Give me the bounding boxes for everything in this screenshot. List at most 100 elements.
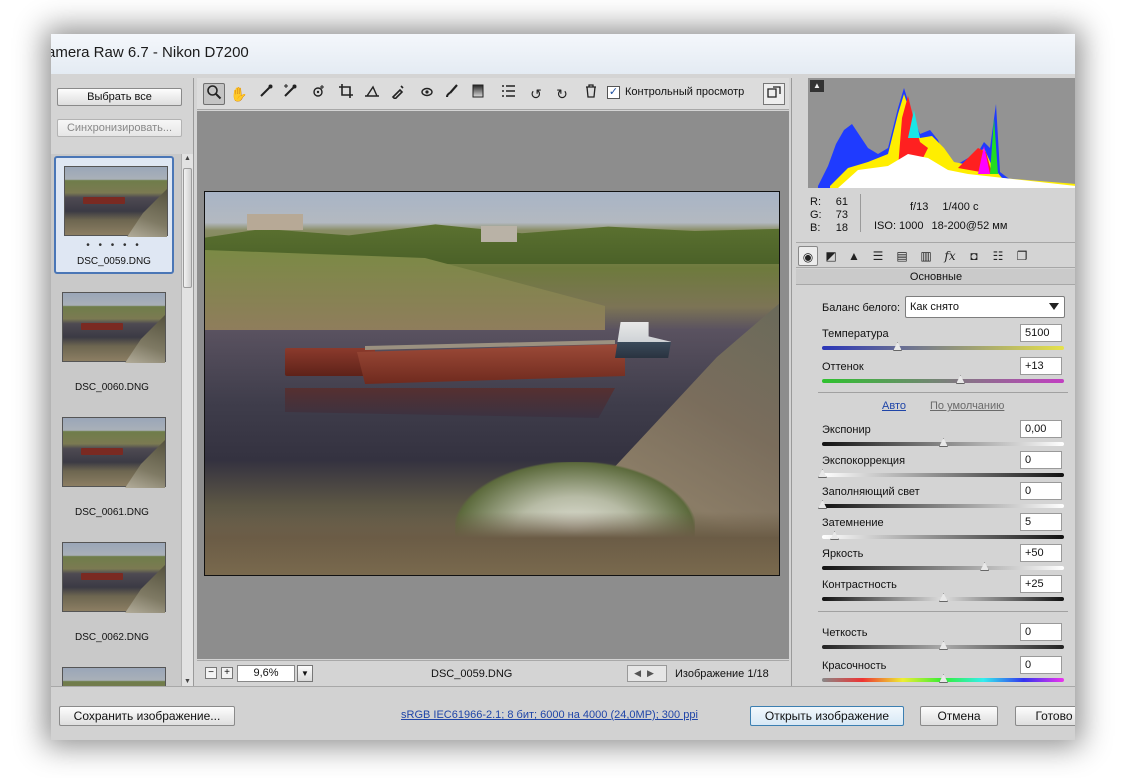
temperature-field[interactable]: 5100 xyxy=(1020,324,1062,342)
thumbnail-item[interactable]: DSC_0061.DNG xyxy=(54,409,174,527)
white-balance-icon[interactable] xyxy=(255,83,277,105)
thumbnail-item[interactable]: • • • • • DSC_0059.DNG xyxy=(54,156,174,274)
scrollbar-thumb[interactable] xyxy=(183,168,192,288)
blacks-slider[interactable] xyxy=(822,531,1064,540)
thumbnail-item[interactable]: DSC_0062.DNG xyxy=(54,534,174,652)
recovery-slider[interactable] xyxy=(818,469,1064,478)
fill-light-slider-thumb[interactable] xyxy=(818,500,827,509)
tint-label: Оттенок xyxy=(822,361,864,373)
hand-icon[interactable]: ✋ xyxy=(228,83,250,105)
lens-corrections-tab-icon[interactable]: ▥ xyxy=(916,246,936,266)
zoom-level-field[interactable]: 9,6% xyxy=(237,665,295,682)
blacks-slider-thumb[interactable] xyxy=(830,531,840,540)
exposure-field[interactable]: 0,00 xyxy=(1020,420,1062,438)
image-nav-arrows[interactable]: ◀▶ xyxy=(627,665,667,682)
preferences-icon[interactable] xyxy=(497,83,519,105)
trash-icon[interactable] xyxy=(580,83,602,105)
window-title: amera Raw 6.7 - Nikon D7200 xyxy=(51,44,249,61)
temperature-slider[interactable] xyxy=(822,342,1064,351)
recovery-field[interactable]: 0 xyxy=(1020,451,1062,469)
synchronize-button[interactable]: Синхронизировать... xyxy=(57,119,182,137)
thumbnail-list: • • • • • DSC_0059.DNG DSC_0060.DNG DSC_… xyxy=(51,154,181,686)
zoom-out-button[interactable]: − xyxy=(205,667,217,679)
effects-tab-icon[interactable]: fx xyxy=(940,246,960,266)
basic-tab-icon[interactable]: ◉ xyxy=(798,246,818,266)
lens-value: 18-200@52 мм xyxy=(931,220,1008,232)
straighten-icon[interactable] xyxy=(361,83,383,105)
red-label: R: xyxy=(810,196,821,208)
contrast-slider-thumb[interactable] xyxy=(939,593,948,602)
rating-stars[interactable]: • • • • • xyxy=(56,240,172,251)
scroll-up-icon[interactable]: ▲ xyxy=(184,155,191,162)
target-adjust-icon[interactable] xyxy=(307,83,329,105)
preview-canvas[interactable] xyxy=(197,111,789,659)
workflow-options-link[interactable]: sRGB IEC61966-2.1; 8 бит; 6000 на 4000 (… xyxy=(401,709,698,721)
blacks-label: Затемнение xyxy=(822,517,884,529)
exposure-slider[interactable] xyxy=(822,438,1064,447)
exposure-slider-thumb[interactable] xyxy=(939,438,948,447)
vibrance-slider[interactable] xyxy=(822,674,1064,683)
blacks-field[interactable]: 5 xyxy=(1020,513,1062,531)
default-link[interactable]: По умолчанию xyxy=(930,400,1004,412)
select-all-button[interactable]: Выбрать все xyxy=(57,88,182,106)
cancel-button[interactable]: Отмена xyxy=(920,706,998,726)
tint-field[interactable]: +13 xyxy=(1020,357,1062,375)
fullscreen-icon[interactable] xyxy=(763,83,785,105)
pixel-readout: R: 61 G: 73 B: 18 f/13 1/400 с ISO: 1000 18-2… xyxy=(808,190,1075,240)
split-toning-tab-icon[interactable]: ▤ xyxy=(892,246,912,266)
rotate-right-icon[interactable]: ↻ xyxy=(551,83,573,105)
white-balance-select[interactable]: Как снято xyxy=(905,296,1065,318)
detail-tab-icon[interactable]: ▲ xyxy=(844,246,864,266)
shadow-clipping-icon[interactable]: ▲ xyxy=(810,80,824,92)
contrast-field[interactable]: +25 xyxy=(1020,575,1062,593)
thumbnail-image xyxy=(62,417,166,488)
crop-icon[interactable] xyxy=(335,83,357,105)
brightness-slider[interactable] xyxy=(822,562,1064,571)
clarity-slider-thumb[interactable] xyxy=(939,641,948,650)
auto-link[interactable]: Авто xyxy=(882,400,906,412)
red-eye-icon[interactable] xyxy=(415,83,437,105)
contrast-slider[interactable] xyxy=(822,593,1064,602)
zoom-in-button[interactable]: + xyxy=(221,667,233,679)
recovery-slider-thumb[interactable] xyxy=(818,469,827,478)
spot-removal-icon[interactable] xyxy=(387,83,409,105)
contrast-label: Контрастность xyxy=(822,579,897,591)
tone-curve-tab-icon[interactable]: ◩ xyxy=(821,246,841,266)
zoom-dropdown[interactable]: ▼ xyxy=(297,665,313,682)
tint-slider[interactable] xyxy=(822,375,1064,384)
save-image-button[interactable]: Сохранить изображение... xyxy=(59,706,235,726)
preview-image[interactable] xyxy=(204,191,780,576)
rotate-left-icon[interactable]: ↺ xyxy=(525,83,547,105)
clarity-slider[interactable] xyxy=(822,641,1064,650)
fill-light-field[interactable]: 0 xyxy=(1020,482,1062,500)
snapshots-tab-icon[interactable]: ❐ xyxy=(1012,246,1032,266)
presets-tab-icon[interactable]: ☷ xyxy=(988,246,1008,266)
temperature-slider-thumb[interactable] xyxy=(893,342,903,351)
preview-checkbox[interactable]: ✓ xyxy=(607,86,620,99)
hsl-tab-icon[interactable]: ☰ xyxy=(868,246,888,266)
scroll-down-icon[interactable]: ▼ xyxy=(184,678,191,685)
clarity-field[interactable]: 0 xyxy=(1020,623,1062,641)
thumbnail-image xyxy=(64,166,168,237)
vibrance-field[interactable]: 0 xyxy=(1020,656,1062,674)
tint-slider-thumb[interactable] xyxy=(955,375,965,384)
adjustment-brush-icon[interactable] xyxy=(441,83,463,105)
graduated-filter-icon[interactable] xyxy=(467,83,489,105)
brightness-field[interactable]: +50 xyxy=(1020,544,1062,562)
filmstrip-scrollbar[interactable]: ▲ ▼ xyxy=(181,154,193,686)
filmstrip-panel: Выбрать все Синхронизировать... • • • • … xyxy=(51,78,194,686)
fill-light-slider[interactable] xyxy=(818,500,1064,509)
vibrance-slider-thumb[interactable] xyxy=(939,674,948,683)
adjustments-panel: ▲ R: 61 G: 73 B: 18 f/13 1/400 с ISO: 1000 18… xyxy=(791,78,1075,686)
camera-calibration-tab-icon[interactable]: ◘ xyxy=(964,246,984,266)
thumbnail-item[interactable]: DSC_0060.DNG xyxy=(54,284,174,402)
done-button[interactable]: Готово xyxy=(1015,706,1075,726)
thumbnail-item[interactable] xyxy=(54,659,174,686)
brightness-slider-thumb[interactable] xyxy=(980,562,990,571)
histogram: ▲ xyxy=(808,78,1075,188)
basic-settings: Баланс белого: Как снято Температура 510… xyxy=(796,286,1075,686)
open-image-button[interactable]: Открыть изображение xyxy=(750,706,904,726)
color-sampler-icon[interactable] xyxy=(279,83,301,105)
thumbnail-filename: DSC_0062.DNG xyxy=(75,632,149,643)
zoom-icon[interactable] xyxy=(203,83,225,105)
